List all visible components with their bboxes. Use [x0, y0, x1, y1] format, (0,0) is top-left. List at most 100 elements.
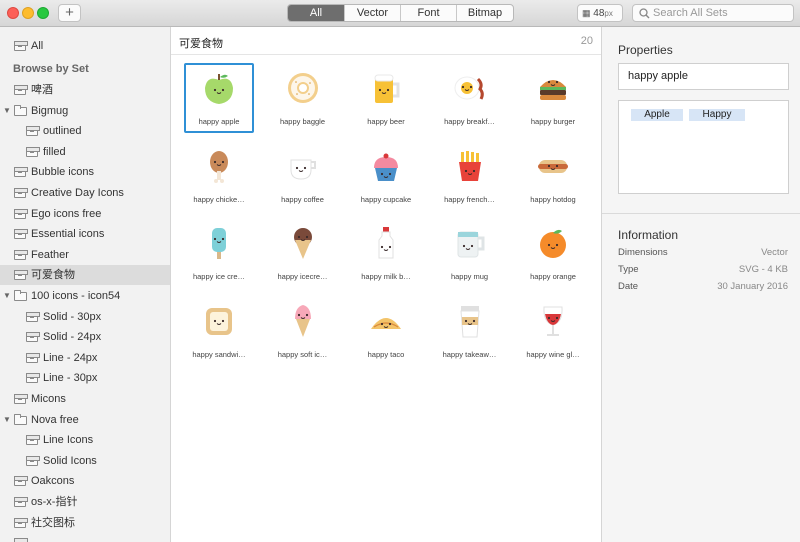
box-icon: [26, 311, 40, 322]
box-icon: [26, 332, 40, 343]
icon-tile[interactable]: happy ice cre…: [184, 218, 254, 288]
box-icon: [14, 394, 28, 404]
add-set-button[interactable]: +: [58, 4, 81, 22]
folder-icon: [14, 290, 27, 301]
sidebar-set-item[interactable]: os-x-指针: [0, 492, 170, 512]
icon-tile[interactable]: happy soft ic…: [268, 296, 338, 366]
sidebar-item-label: Essential icons: [31, 228, 105, 241]
icon-tile[interactable]: happy apple: [184, 63, 254, 133]
box-icon: [14, 476, 28, 487]
icon-tile[interactable]: happy hotdog: [518, 141, 588, 211]
sidebar-set-item[interactable]: 啤酒: [0, 80, 170, 100]
disclosure-triangle-icon[interactable]: ▼: [3, 101, 11, 121]
icon-tile[interactable]: happy coffee: [268, 141, 338, 211]
sidebar-set-item[interactable]: ▼ Bigmug: [0, 101, 170, 121]
search-icon: [639, 8, 650, 19]
sidebar-set-item[interactable]: outlined: [0, 121, 170, 141]
icon-tile[interactable]: happy chicke…: [184, 141, 254, 211]
sidebar-item-label: outlined: [43, 125, 82, 138]
tags-field[interactable]: Apple Happy: [618, 100, 789, 194]
sidebar-set-item[interactable]: ▼ Nova free: [0, 410, 170, 430]
disclosure-triangle-icon[interactable]: ▼: [3, 410, 11, 430]
info-value: 30 January 2016: [717, 281, 788, 292]
tab-bitmap[interactable]: Bitmap: [456, 5, 513, 21]
sidebar: All Browse by Set 啤酒 ▼ Bigmug outlined fille…: [0, 27, 171, 542]
box-icon: [26, 146, 40, 157]
sidebar-set-item[interactable]: Bubble icons: [0, 162, 170, 182]
sidebar-set-item[interactable]: Feather: [0, 245, 170, 265]
box-icon: [14, 41, 28, 51]
icon-caption: happy hotdog: [530, 194, 576, 204]
properties-heading: Properties: [618, 43, 673, 57]
sidebar-set-item[interactable]: ▼ 100 icons - icon54: [0, 286, 170, 306]
bagel-icon: [287, 73, 318, 103]
coffee-icon: [290, 159, 316, 180]
icon-tile[interactable]: happy icecre…: [268, 218, 338, 288]
sidebar-set-item[interactable]: [0, 533, 170, 542]
sidebar-set-item[interactable]: Essential icons: [0, 224, 170, 244]
tab-vector[interactable]: Vector: [344, 5, 400, 21]
sidebar-set-item[interactable]: Solid - 30px: [0, 307, 170, 327]
icon-caption: happy icecre…: [277, 272, 328, 281]
sidebar-item-label: os-x-指针: [31, 496, 78, 508]
icon-tile[interactable]: happy baggle: [268, 63, 338, 133]
icon-tile[interactable]: happy burger: [518, 63, 588, 133]
sidebar-set-item[interactable]: 可爱食物: [0, 265, 170, 286]
box-icon: [14, 249, 28, 260]
icon-name-field[interactable]: happy apple: [618, 63, 789, 90]
icon-tile[interactable]: happy sandwi…: [184, 296, 254, 366]
icon-tile[interactable]: happy mug: [435, 218, 505, 288]
icon-tile[interactable]: happy orange: [518, 218, 588, 288]
icon-caption: happy baggle: [279, 117, 326, 126]
icon-tile[interactable]: happy cupcake: [351, 141, 421, 211]
folder-icon: [14, 413, 27, 425]
maximize-window-button[interactable]: [37, 7, 49, 19]
sidebar-item-label: Solid - 30px: [43, 310, 102, 323]
icon-caption: happy chicke…: [193, 194, 245, 204]
icon-tile[interactable]: happy breakf…: [435, 63, 505, 133]
icon-caption: happy mug: [450, 272, 489, 281]
sidebar-set-item[interactable]: Line - 24px: [0, 348, 170, 368]
sidebar-item-label: Solid Icons: [43, 454, 97, 467]
icon-tile[interactable]: happy milk b…: [351, 218, 421, 288]
beer-icon: [374, 74, 400, 103]
sidebar-item-label: Nova free: [31, 413, 79, 426]
icon-caption: happy milk b…: [361, 272, 411, 281]
box-icon: [14, 188, 28, 198]
sidebar-set-item[interactable]: Line Icons: [0, 430, 170, 450]
info-value: SVG - 4 KB: [738, 264, 788, 275]
tag-happy[interactable]: Happy: [689, 109, 745, 121]
icon-tile[interactable]: happy wine gl…: [518, 296, 588, 366]
icon-browser: 可爱食物 20 happy apple happy baggle happy bee…: [171, 27, 601, 542]
sidebar-set-item[interactable]: Ego icons free: [0, 204, 170, 224]
search-input[interactable]: Search All Sets: [632, 4, 794, 22]
icon-tile[interactable]: happy takeaw…: [435, 296, 505, 366]
sidebar-set-item[interactable]: filled: [0, 142, 170, 162]
sidebar-set-item[interactable]: Line - 30px: [0, 368, 170, 388]
sidebar-set-item[interactable]: Micons: [0, 389, 170, 409]
tab-all[interactable]: All: [288, 5, 344, 21]
breakfast-icon: [454, 76, 484, 100]
tab-font[interactable]: Font: [400, 5, 456, 21]
box-icon: [14, 85, 28, 95]
icon-size-button[interactable]: ▦ 48px: [577, 4, 623, 22]
sidebar-set-item[interactable]: Oakcons: [0, 471, 170, 491]
disclosure-triangle-icon[interactable]: ▼: [3, 286, 11, 306]
sidebar-set-item[interactable]: Solid Icons: [0, 451, 170, 471]
box-icon: [14, 538, 28, 542]
info-dimensions: Dimensions Vector: [618, 247, 788, 261]
close-window-button[interactable]: [7, 7, 19, 19]
sidebar-item-label: Line - 30px: [43, 372, 98, 385]
icon-tile[interactable]: happy beer: [351, 63, 421, 133]
tag-apple[interactable]: Apple: [631, 109, 683, 121]
minimize-window-button[interactable]: [22, 7, 34, 19]
icon-tile[interactable]: happy french…: [435, 141, 505, 211]
icon-tile[interactable]: happy taco: [351, 296, 421, 366]
sidebar-set-item[interactable]: Creative Day Icons: [0, 183, 170, 203]
milk-bottle-icon: [378, 227, 394, 259]
icon-caption: happy wine gl…: [526, 349, 580, 359]
sidebar-set-item[interactable]: 社交图标: [0, 513, 170, 533]
sidebar-item-label: Solid - 24px: [43, 331, 102, 344]
sidebar-set-item[interactable]: Solid - 24px: [0, 327, 170, 347]
sidebar-item-all[interactable]: All: [0, 36, 170, 56]
